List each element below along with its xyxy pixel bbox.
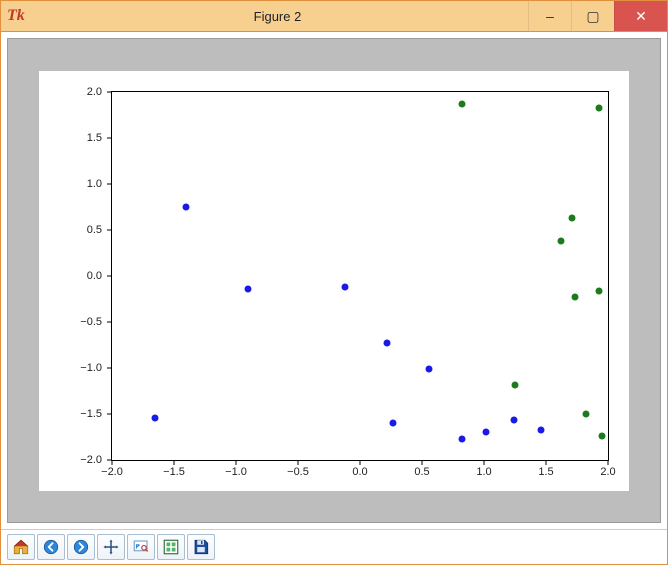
x-tick-label: 0.0 [352, 466, 367, 478]
y-tick-mark [107, 137, 112, 138]
data-point-green [598, 432, 605, 439]
y-tick-mark [107, 183, 112, 184]
data-point-blue [342, 283, 349, 290]
x-tick-mark [112, 460, 113, 465]
forward-button[interactable] [67, 534, 95, 560]
data-point-blue [384, 339, 391, 346]
figure-canvas[interactable]: −2.0 −1.5 −1.0 −0.5 0.0 0.5 1.0 1.5 2.0 −2.0 −1.5 −… [7, 38, 661, 523]
y-tick-label: −1.0 [80, 362, 102, 374]
data-point-blue [245, 286, 252, 293]
data-point-green [596, 288, 603, 295]
y-tick-mark [107, 367, 112, 368]
x-tick-label: 1.5 [538, 466, 553, 478]
axes: −2.0−1.5−1.0−0.50.00.51.01.52.0−2.0−1.5−… [111, 91, 609, 461]
data-point-blue [390, 419, 397, 426]
x-tick-label: −2.0 [101, 466, 123, 478]
y-tick-mark [107, 459, 112, 460]
back-icon [42, 538, 60, 556]
data-point-blue [152, 415, 159, 422]
y-tick-label: 0.0 [87, 270, 102, 282]
data-point-green [569, 215, 576, 222]
x-tick-mark [236, 460, 237, 465]
subplots-icon [162, 538, 180, 556]
data-point-green [458, 101, 465, 108]
y-tick-label: −0.5 [80, 316, 102, 328]
y-tick-label: 0.5 [87, 224, 102, 236]
data-point-blue [483, 428, 490, 435]
y-tick-mark [107, 321, 112, 322]
y-tick-mark [107, 229, 112, 230]
save-icon [192, 538, 210, 556]
subplots-button[interactable] [157, 534, 185, 560]
x-tick-label: −0.5 [287, 466, 309, 478]
zoom-button[interactable] [127, 534, 155, 560]
y-tick-label: −2.0 [80, 454, 102, 466]
x-tick-mark [174, 460, 175, 465]
x-tick-label: −1.0 [225, 466, 247, 478]
data-point-green [512, 381, 519, 388]
y-tick-label: 2.0 [87, 86, 102, 98]
data-point-green [571, 293, 578, 300]
window-controls: – ▢ ✕ [528, 1, 667, 31]
x-tick-label: 1.0 [476, 466, 491, 478]
y-tick-mark [107, 275, 112, 276]
data-point-blue [510, 416, 517, 423]
y-tick-label: −1.5 [80, 408, 102, 420]
x-tick-label: 0.5 [414, 466, 429, 478]
close-button[interactable]: ✕ [614, 1, 667, 31]
x-tick-mark [546, 460, 547, 465]
data-point-green [557, 237, 564, 244]
home-icon [12, 538, 30, 556]
app-window: Tk Figure 2 – ▢ ✕ −2.0 −1.5 −1.0 −0.5 0.0 0.5… [0, 0, 668, 565]
y-tick-mark [107, 91, 112, 92]
x-tick-mark [608, 460, 609, 465]
matplotlib-toolbar [1, 529, 667, 564]
y-tick-label: 1.5 [87, 132, 102, 144]
x-tick-mark [360, 460, 361, 465]
x-tick-mark [298, 460, 299, 465]
data-point-green [582, 410, 589, 417]
titlebar[interactable]: Tk Figure 2 – ▢ ✕ [1, 1, 667, 32]
x-tick-mark [484, 460, 485, 465]
data-point-blue [183, 204, 190, 211]
x-tick-label: −1.5 [163, 466, 185, 478]
x-tick-mark [422, 460, 423, 465]
back-button[interactable] [37, 534, 65, 560]
y-tick-label: 1.0 [87, 178, 102, 190]
plot-background: −2.0 −1.5 −1.0 −0.5 0.0 0.5 1.0 1.5 2.0 −2.0 −1.5 −… [39, 71, 629, 491]
pan-icon [102, 538, 120, 556]
data-point-blue [458, 436, 465, 443]
forward-icon [72, 538, 90, 556]
maximize-button[interactable]: ▢ [571, 1, 614, 31]
zoom-icon [132, 538, 150, 556]
data-point-blue [426, 366, 433, 373]
data-point-green [596, 105, 603, 112]
data-point-blue [538, 427, 545, 434]
minimize-button[interactable]: – [528, 1, 571, 31]
y-tick-mark [107, 413, 112, 414]
tk-icon: Tk [7, 7, 27, 25]
save-button[interactable] [187, 534, 215, 560]
pan-button[interactable] [97, 534, 125, 560]
content-area: −2.0 −1.5 −1.0 −0.5 0.0 0.5 1.0 1.5 2.0 −2.0 −1.5 −… [1, 32, 667, 529]
home-button[interactable] [7, 534, 35, 560]
x-tick-label: 2.0 [600, 466, 615, 478]
window-title: Figure 2 [27, 9, 528, 24]
